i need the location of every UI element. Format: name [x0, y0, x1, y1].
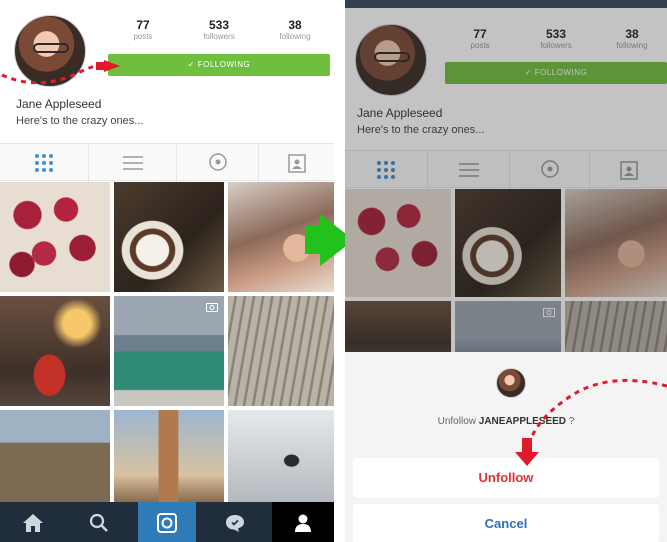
profile-bio: Here's to the crazy ones...	[16, 115, 144, 127]
search-icon	[89, 513, 108, 532]
sheet-avatar	[496, 368, 526, 398]
cancel-button[interactable]: Cancel	[353, 504, 659, 542]
nav-camera[interactable]	[138, 502, 196, 542]
photo-pool[interactable]	[114, 296, 224, 406]
transition-arrow-tail	[305, 226, 321, 254]
photo-tower[interactable]	[114, 410, 224, 502]
unfollow-prompt: Unfollow JANEAPPLESEED ?	[345, 416, 667, 427]
list-icon	[122, 156, 143, 170]
photo-sky[interactable]	[228, 410, 334, 502]
tagged-person-icon	[287, 154, 306, 173]
home-icon	[23, 514, 43, 532]
photo-terminal[interactable]	[228, 296, 334, 406]
location-pin-icon	[208, 153, 227, 171]
tab-list[interactable]	[88, 144, 176, 182]
followers-number: 533	[208, 18, 230, 32]
profile-icon	[295, 514, 311, 532]
unfollow-button[interactable]: Unfollow	[353, 458, 659, 498]
profile-name: Jane Appleseed	[16, 97, 102, 111]
nav-home[interactable]	[0, 502, 66, 542]
nav-activity[interactable]	[202, 502, 268, 542]
photo-figs[interactable]	[0, 182, 110, 292]
unfollow-prompt-suffix: ?	[566, 416, 575, 427]
unfollow-prompt-username: JANEAPPLESEED	[478, 416, 567, 427]
followers-label: followers	[203, 32, 235, 41]
profile-screen-before: 77 posts 533 followers 38 following ✓ FO…	[0, 0, 334, 542]
photo-red-car[interactable]	[0, 296, 110, 406]
avatar-glasses-detail	[33, 43, 69, 53]
photo-ruins[interactable]	[0, 410, 110, 502]
grid-icon	[35, 154, 53, 172]
camera-badge-icon	[206, 303, 218, 312]
profile-tabs	[0, 143, 334, 182]
following-number: 38	[288, 18, 302, 32]
posts-label: posts	[133, 32, 153, 41]
activity-bubble-icon	[226, 515, 244, 532]
nav-search[interactable]	[66, 502, 132, 542]
tab-grid[interactable]	[0, 144, 88, 182]
tab-tagged[interactable]	[258, 144, 334, 182]
following-label: following	[279, 32, 311, 41]
tab-location[interactable]	[176, 144, 258, 182]
posts-number: 77	[136, 18, 150, 32]
followers-count[interactable]: 533 followers	[194, 18, 244, 41]
photo-grid	[0, 182, 334, 502]
posts-count[interactable]: 77 posts	[120, 18, 166, 41]
bottom-navigation	[0, 502, 334, 542]
nav-profile[interactable]	[272, 502, 334, 542]
photo-coffee[interactable]	[114, 182, 224, 292]
profile-screen-after: 77 posts 533 followers 38 following ✓ FO…	[345, 0, 667, 542]
camera-icon	[157, 513, 177, 533]
following-count[interactable]: 38 following	[270, 18, 320, 41]
following-button[interactable]: ✓ FOLLOWING	[108, 54, 330, 76]
unfollow-action-sheet: Unfollow JANEAPPLESEED ? Unfollow Cancel	[345, 352, 667, 542]
profile-avatar[interactable]	[14, 15, 86, 87]
unfollow-prompt-prefix: Unfollow	[437, 416, 479, 427]
